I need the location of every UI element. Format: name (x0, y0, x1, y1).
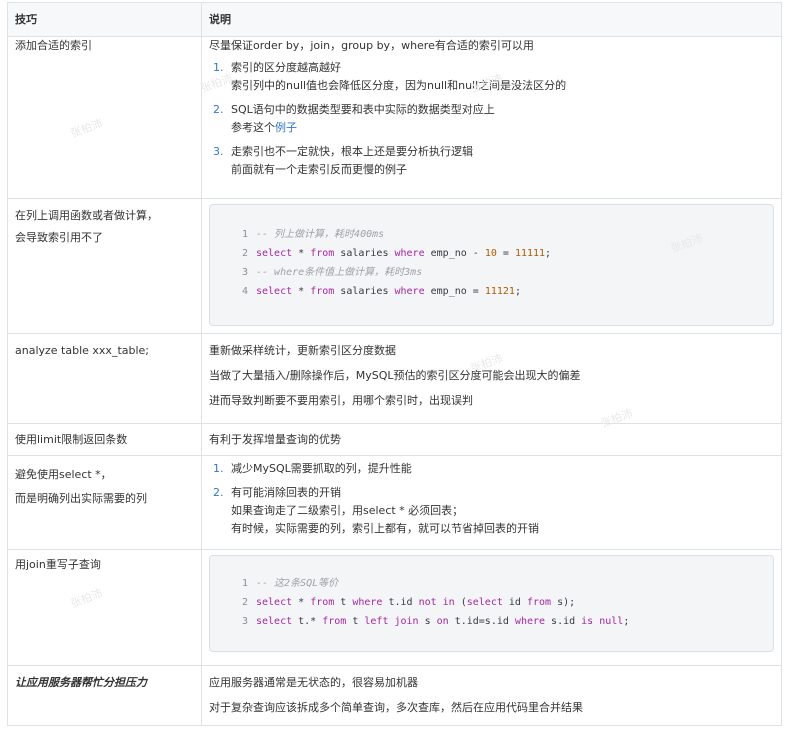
list-number: 2. (213, 486, 224, 499)
list-subtext: 索引列中的null值也会降低区分度，因为null和null之间是没法区分的 (231, 79, 567, 92)
example-link[interactable]: 例子 (275, 121, 297, 134)
list-text: 有可能消除回表的开销 (231, 486, 341, 499)
description-cell: 应用服务器通常是无状态的，很容易加机器 对于复杂查询应该拆成多个简单查询，多次查… (201, 665, 782, 726)
list-text: 减少MySQL需要抓取的列，提升性能 (231, 462, 412, 475)
code-line: 3 select t.* from t left join s on t.id=s… (241, 616, 630, 627)
description-cell: 重新做采样统计，更新索引区分度数据 当做了大量插入/删除操作后，MySQL预估的… (201, 333, 782, 424)
description-cell: 1 -- 列上做计算，耗时400ms 2 select * from salarie… (201, 198, 782, 334)
list-text: 索引的区分度越高越好 (231, 61, 341, 74)
tips-table: 技巧 说明 添加合适的索引 尽量保证order by，join，group by… (7, 2, 782, 726)
tip-cell: 用join重写子查询 (7, 549, 202, 666)
description-text: 尽量保证order by，join，group by，where有合适的索引可以… (209, 39, 534, 52)
description-text: 对于复杂查询应该拆成多个简单查询，多次查库，然后在应用代码里合并结果 (209, 701, 583, 714)
code-block[interactable]: 1 -- 这2条SQL等价 2 select * from t where t.id… (209, 555, 774, 652)
code-line: 1 -- 这2条SQL等价 (241, 578, 339, 589)
tip-cell: analyze table xxx_table; (7, 333, 202, 424)
tip-text: 会导致索引用不了 (15, 231, 103, 244)
table-row: 让应用服务器帮忙分担压力 应用服务器通常是无状态的，很容易加机器 对于复杂查询应… (7, 665, 782, 726)
description-cell: 1 -- 这2条SQL等价 2 select * from t where t.id… (201, 549, 782, 666)
table-row: 在列上调用函数或者做计算， 会导致索引用不了 1 -- 列上做计算，耗时400ms… (7, 198, 782, 334)
table-row: 添加合适的索引 尽量保证order by，join，group by，where… (7, 36, 782, 199)
description-text: 重新做采样统计，更新索引区分度数据 (209, 344, 396, 357)
code-line: 2 select * from salaries where emp_no - 1… (241, 248, 552, 259)
description-cell: 尽量保证order by，join，group by，where有合适的索引可以… (201, 36, 782, 199)
description-text: 当做了大量插入/删除操作后，MySQL预估的索引区分度可能会出现大的偏差 (209, 369, 581, 382)
code-block[interactable]: 1 -- 列上做计算，耗时400ms 2 select * from salarie… (209, 204, 774, 326)
tip-cell: 在列上调用函数或者做计算， 会导致索引用不了 (7, 198, 202, 334)
ordered-list: 1. 减少MySQL需要抓取的列，提升性能 2. 有可能消除回表的开销 如果查询… (209, 460, 774, 538)
list-text: 走索引也不一定就快，根本上还是要分析执行逻辑 (231, 145, 473, 158)
list-subtext: 前面就有一个走索引反而更慢的例子 (231, 163, 407, 176)
code-line: 2 select * from t where t.id not in (sele… (241, 597, 576, 608)
list-item: 1. 索引的区分度越高越好 索引列中的null值也会降低区分度，因为null和n… (209, 59, 774, 95)
description-cell: 1. 减少MySQL需要抓取的列，提升性能 2. 有可能消除回表的开销 如果查询… (201, 455, 782, 550)
tip-text: 避免使用select *， (15, 468, 112, 481)
list-item: 1. 减少MySQL需要抓取的列，提升性能 (209, 460, 774, 478)
header-description: 说明 (201, 2, 782, 37)
tip-cell: 使用limit限制返回条数 (7, 423, 202, 456)
table-row: 避免使用select *， 而是明确列出实际需要的列 1. 减少MySQL需要抓… (7, 455, 782, 550)
description-text: 应用服务器通常是无状态的，很容易加机器 (209, 676, 418, 689)
list-subtext: 参考这个例子 (231, 119, 774, 137)
header-tip: 技巧 (7, 2, 202, 37)
list-number: 1. (213, 61, 224, 74)
tip-text: 在列上调用函数或者做计算， (15, 209, 158, 222)
list-number: 2. (213, 103, 224, 116)
tip-cell: 避免使用select *， 而是明确列出实际需要的列 (7, 455, 202, 550)
ordered-list: 1. 索引的区分度越高越好 索引列中的null值也会降低区分度，因为null和n… (209, 59, 774, 179)
table-row: 用join重写子查询 1 -- 这2条SQL等价 2 select * from t… (7, 549, 782, 666)
list-item: 3. 走索引也不一定就快，根本上还是要分析执行逻辑 前面就有一个走索引反而更慢的… (209, 143, 774, 179)
tip-cell: 添加合适的索引 (7, 36, 202, 199)
list-subtext: 如果查询走了二级索引，用select * 必须回表； (231, 504, 464, 517)
tip-text: 而是明确列出实际需要的列 (15, 492, 147, 505)
code-line: 1 -- 列上做计算，耗时400ms (241, 229, 385, 240)
list-number: 1. (213, 462, 224, 475)
list-number: 3. (213, 145, 224, 158)
code-line: 4 select * from salaries where emp_no = 1… (241, 286, 521, 297)
list-item: 2. SQL语句中的数据类型要和表中实际的数据类型对应上 参考这个例子 (209, 101, 774, 137)
table-row: 使用limit限制返回条数 有利于发挥增量查询的优势 (7, 423, 782, 456)
list-subtext: 有时候，实际需要的列，索引上都有，就可以节省掉回表的开销 (231, 522, 539, 535)
table-header-row: 技巧 说明 (7, 2, 782, 37)
tip-cell: 让应用服务器帮忙分担压力 (7, 665, 202, 726)
table-row: analyze table xxx_table; 重新做采样统计，更新索引区分度… (7, 333, 782, 424)
code-line: 3 -- where条件值上做计算，耗时3ms (241, 267, 423, 278)
description-text: 进而导致判断要不要用索引，用哪个索引时，出现误判 (209, 394, 473, 407)
description-cell: 有利于发挥增量查询的优势 (201, 423, 782, 456)
list-item: 2. 有可能消除回表的开销 如果查询走了二级索引，用select * 必须回表；… (209, 484, 774, 538)
list-text: SQL语句中的数据类型要和表中实际的数据类型对应上 (231, 103, 495, 116)
list-subtext-prefix: 参考这个 (231, 121, 275, 134)
